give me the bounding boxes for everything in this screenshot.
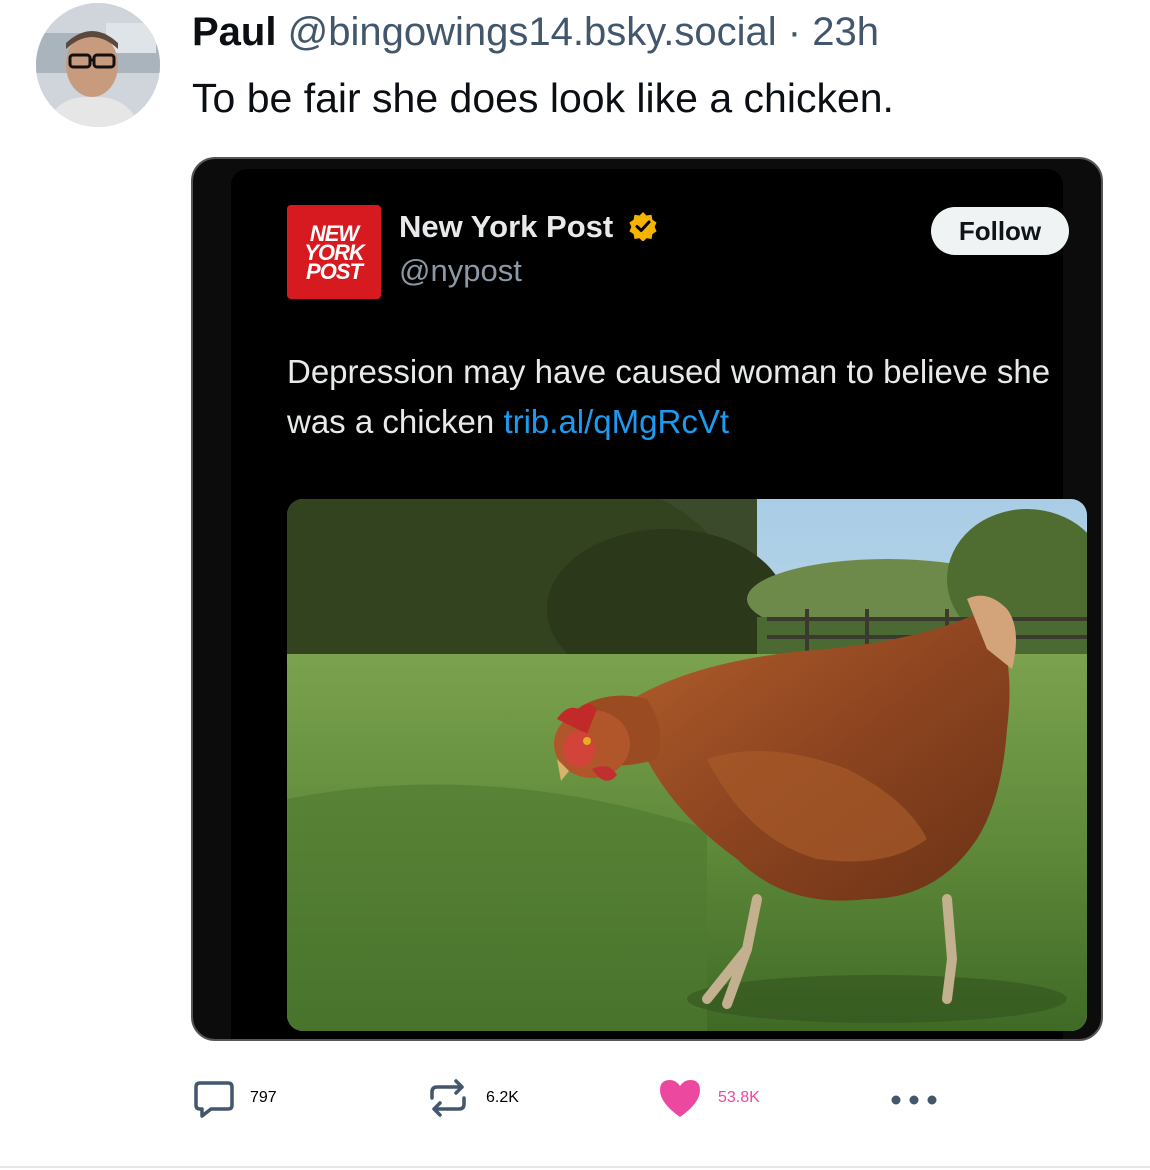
like-button[interactable]: 53.8K — [656, 1076, 760, 1120]
chicken-photo — [287, 499, 1087, 1031]
embedded-account-name: New York Post — [399, 209, 658, 245]
more-options-button[interactable] — [886, 1076, 942, 1120]
post-timestamp[interactable]: 23h — [812, 10, 879, 54]
heart-icon — [660, 1080, 700, 1117]
separator-dot: · — [787, 10, 802, 54]
verified-badge-icon — [629, 212, 657, 241]
author-name[interactable]: Paul — [192, 10, 276, 54]
reply-icon — [194, 1081, 234, 1118]
author-handle[interactable]: @bingowings14.bsky.social — [288, 10, 777, 54]
logo-line: POST — [306, 258, 363, 284]
author-avatar[interactable] — [36, 3, 160, 127]
repost-icon — [430, 1079, 466, 1117]
bottom-divider — [0, 1166, 1150, 1168]
embedded-tweet-text: Depression may have caused woman to beli… — [287, 347, 1087, 447]
reply-button[interactable]: 797 — [192, 1076, 277, 1120]
embedded-tweet-card: NEW YORK POST New York Post @nypost Foll… — [231, 169, 1087, 1039]
like-count: 53.8K — [718, 1089, 760, 1106]
chicken-photo-icon — [287, 499, 1087, 1031]
embedded-tweet-link: trib.al/qMgRcVt — [503, 403, 730, 440]
post-text: To be fair she does look like a chicken. — [192, 75, 894, 121]
embedded-image[interactable]: NEW YORK POST New York Post @nypost Foll… — [191, 157, 1103, 1041]
more-dots-icon — [891, 1095, 937, 1105]
embedded-account-name-text: New York Post — [399, 209, 614, 244]
follow-button: Follow — [931, 207, 1069, 255]
repost-count: 6.2K — [486, 1089, 519, 1106]
avatar-image — [36, 3, 160, 127]
embedded-account-handle: @nypost — [399, 253, 522, 288]
nypost-logo: NEW YORK POST — [287, 205, 381, 299]
repost-button[interactable]: 6.2K — [424, 1076, 519, 1120]
reply-count: 797 — [250, 1089, 277, 1106]
post-header: Paul @bingowings14.bsky.social · 23h — [192, 8, 879, 56]
